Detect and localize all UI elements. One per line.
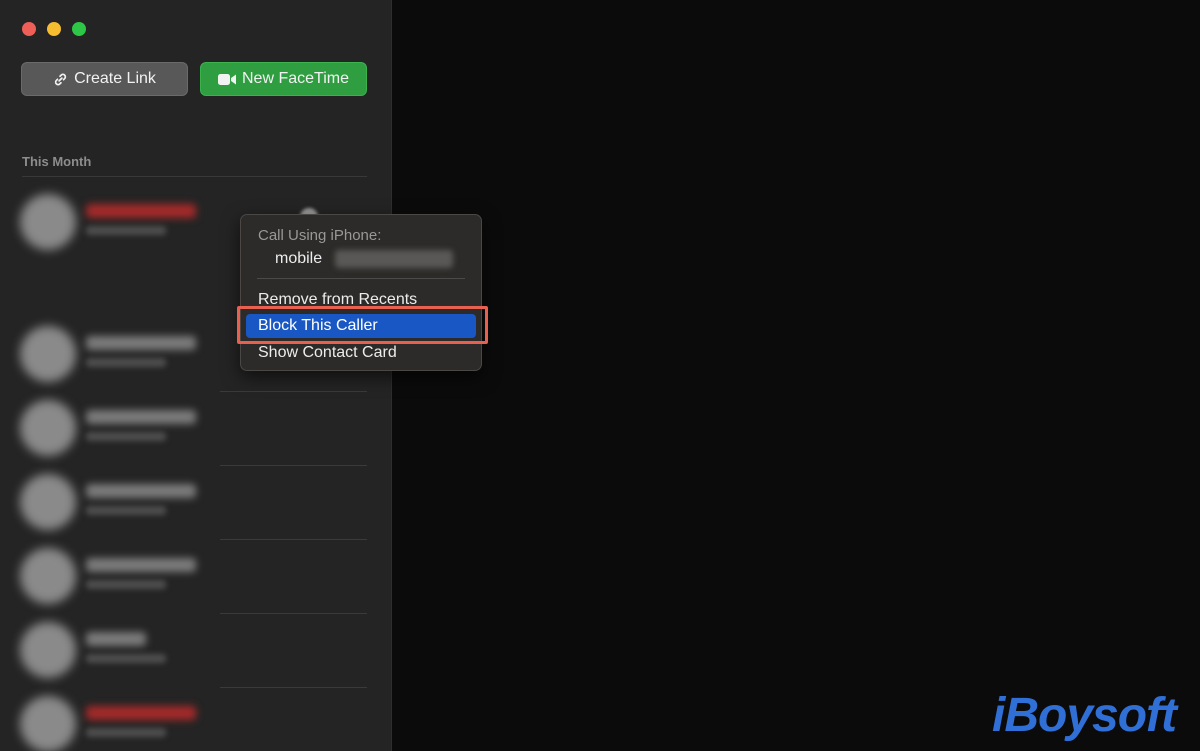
caller-name-redacted xyxy=(86,558,196,572)
call-option-mobile[interactable]: mobile xyxy=(275,250,322,268)
recent-call-row[interactable] xyxy=(0,540,391,614)
call-detail-redacted xyxy=(86,654,166,663)
menu-item-show-contact-card[interactable]: Show Contact Card xyxy=(246,341,476,365)
contact-avatar xyxy=(20,326,76,382)
watermark-logo: iBoysoft xyxy=(992,689,1177,742)
close-window-button[interactable] xyxy=(22,22,36,36)
create-link-button[interactable]: Create Link xyxy=(21,62,188,96)
caller-name-redacted xyxy=(86,410,196,424)
section-title-this-month: This Month xyxy=(22,154,92,169)
call-detail-redacted xyxy=(86,728,166,737)
recent-call-row[interactable] xyxy=(0,466,391,540)
phone-number-redacted xyxy=(335,250,453,268)
new-facetime-label: New FaceTime xyxy=(242,70,349,87)
context-menu-header: Call Using iPhone: xyxy=(258,227,382,244)
recent-call-row[interactable] xyxy=(0,392,391,466)
call-detail-redacted xyxy=(86,580,166,589)
caller-name-redacted xyxy=(86,336,196,350)
sidebar: Create Link New FaceTime This Month xyxy=(0,0,392,751)
minimize-window-button[interactable] xyxy=(47,22,61,36)
video-camera-icon xyxy=(218,73,236,86)
caller-name-redacted xyxy=(86,204,196,218)
new-facetime-button[interactable]: New FaceTime xyxy=(200,62,367,96)
contact-avatar xyxy=(20,622,76,678)
recent-call-row[interactable] xyxy=(0,688,391,751)
window-controls xyxy=(22,22,86,36)
recent-call-row[interactable] xyxy=(0,614,391,688)
call-detail-redacted xyxy=(86,226,166,235)
section-divider xyxy=(22,176,367,177)
create-link-label: Create Link xyxy=(74,70,156,87)
contact-avatar xyxy=(20,400,76,456)
context-menu: Call Using iPhone: mobile Remove from Re… xyxy=(240,214,482,371)
link-icon xyxy=(53,72,68,87)
annotation-highlight-box xyxy=(237,306,488,344)
call-detail-redacted xyxy=(86,432,166,441)
menu-divider xyxy=(257,278,465,279)
contact-avatar xyxy=(20,548,76,604)
contact-avatar xyxy=(20,194,76,250)
caller-name-redacted xyxy=(86,632,146,646)
call-detail-redacted xyxy=(86,506,166,515)
contact-avatar xyxy=(20,474,76,530)
call-detail-redacted xyxy=(86,358,166,367)
zoom-window-button[interactable] xyxy=(72,22,86,36)
contact-avatar xyxy=(20,696,76,751)
caller-name-redacted xyxy=(86,484,196,498)
caller-name-redacted xyxy=(86,706,196,720)
section-title-redacted xyxy=(22,290,65,305)
